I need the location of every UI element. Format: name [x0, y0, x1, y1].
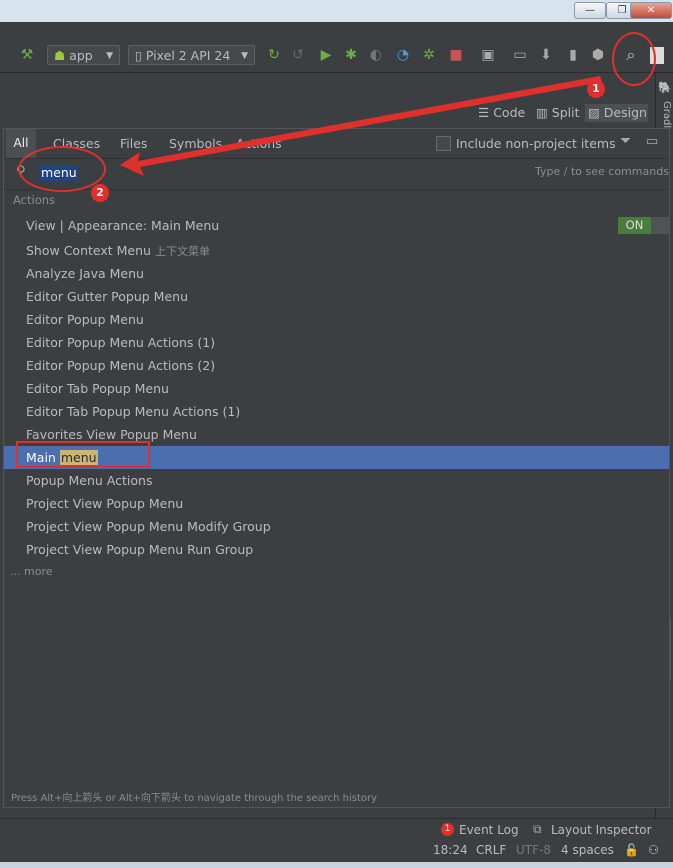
annotation-arrow — [120, 76, 602, 176]
arrow-shape — [120, 76, 602, 176]
